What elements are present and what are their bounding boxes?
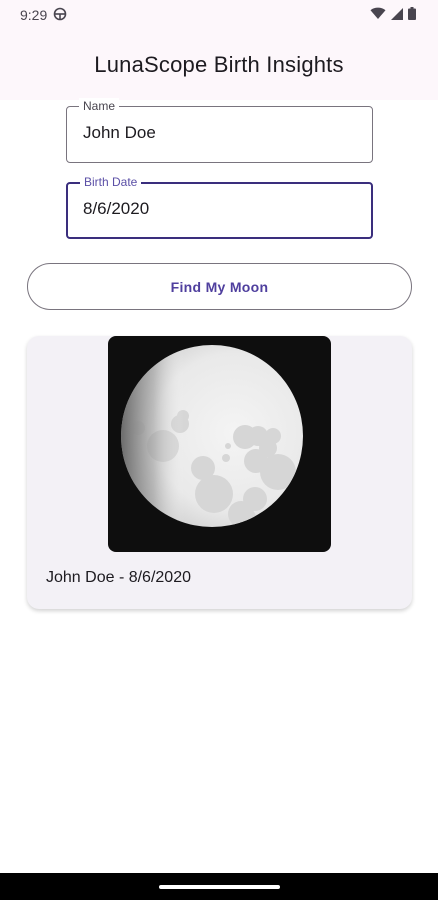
home-gesture-handle[interactable] xyxy=(159,885,280,889)
status-right xyxy=(370,7,416,23)
moon-result-caption: John Doe - 8/6/2020 xyxy=(46,569,191,586)
name-field[interactable]: Name xyxy=(66,98,373,163)
status-left: 9:29 xyxy=(20,7,67,24)
wifi-icon xyxy=(370,7,386,23)
moon-result-card: John Doe - 8/6/2020 xyxy=(27,336,412,609)
status-time: 9:29 xyxy=(20,7,48,23)
battery-icon xyxy=(408,7,416,23)
app-title: LunaScope Birth Insights xyxy=(94,52,344,77)
cellular-signal-icon xyxy=(391,7,403,23)
birth-date-field[interactable]: Birth Date xyxy=(66,174,373,239)
top-app-bar: LunaScope Birth Insights xyxy=(0,30,438,100)
name-input[interactable] xyxy=(83,123,353,143)
app-screen: 9:29 LunaScope Birth Insights Name John … xyxy=(0,0,438,900)
name-field-label: Name xyxy=(79,98,120,114)
birth-date-input[interactable] xyxy=(83,199,353,219)
moon-phase-image xyxy=(108,336,331,552)
find-my-moon-button-label: Find My Moon xyxy=(170,278,269,295)
settings-target-icon xyxy=(53,7,67,24)
find-my-moon-button[interactable]: Find My Moon xyxy=(27,263,412,310)
system-navigation-bar xyxy=(0,873,438,900)
birth-date-field-label: Birth Date xyxy=(80,174,142,190)
status-bar: 9:29 xyxy=(0,0,438,30)
